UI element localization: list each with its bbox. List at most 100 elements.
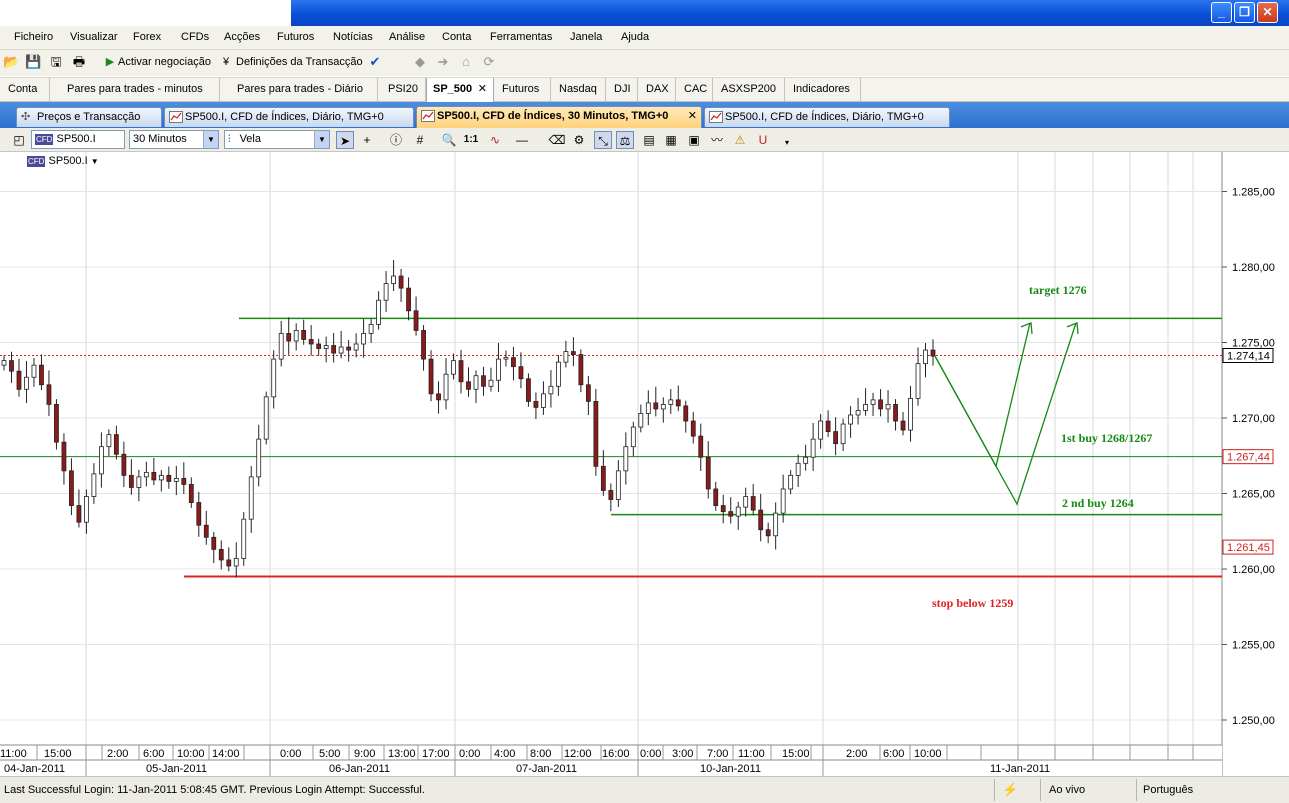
menu-forex[interactable]: Forex: [133, 31, 161, 43]
menu-analise[interactable]: Análise: [389, 31, 425, 43]
bear-candle: [600, 465, 606, 491]
grid-icon[interactable]: #: [411, 131, 429, 149]
bear-candle: [16, 370, 22, 390]
bear-candle: [825, 420, 831, 432]
tab-pares-diario[interactable]: Pares para trades - Diário: [220, 78, 378, 102]
chart-symbol-tag[interactable]: CFD SP500.I ▼: [27, 155, 99, 167]
fibonacci-icon[interactable]: ⚙: [570, 131, 588, 149]
save-icon[interactable]: 💾: [25, 54, 41, 70]
home-icon[interactable]: ⌂: [458, 54, 474, 70]
bull-candle: [638, 413, 644, 428]
time-label: 11:00: [0, 748, 27, 760]
open-folder-icon[interactable]: 📂: [3, 54, 19, 70]
menu-ajuda[interactable]: Ajuda: [621, 31, 649, 43]
menu-noticias[interactable]: Notícias: [333, 31, 373, 43]
menu-futuros[interactable]: Futuros: [277, 31, 314, 43]
tab-futuros[interactable]: Futuros: [494, 78, 551, 102]
menu-janela[interactable]: Janela: [570, 31, 602, 43]
bear-candle: [428, 358, 434, 395]
cursor-icon[interactable]: ➤: [336, 131, 354, 149]
menu-ferramentas[interactable]: Ferramentas: [490, 31, 552, 43]
tab-dji[interactable]: DJI: [606, 78, 638, 102]
chart-tab-label: Preços e Transacção: [37, 111, 141, 123]
play-icon[interactable]: ▶: [102, 54, 118, 70]
bull-candle: [158, 474, 164, 481]
bull-candle: [376, 299, 381, 325]
language-label[interactable]: Português: [1143, 784, 1193, 796]
chart-tab-30min[interactable]: SP500.I, CFD de Índices, 30 Minutos, TMG…: [416, 106, 702, 128]
ratio-button[interactable]: 1:1: [462, 131, 480, 149]
trendline-icon[interactable]: ⤡: [594, 131, 612, 149]
bull-candle: [241, 518, 247, 559]
chart-tab-daily-1[interactable]: SP500.I, CFD de Índices, Diário, TMG+0: [164, 107, 414, 127]
maximize-button[interactable]: ❐: [1234, 2, 1255, 23]
workspace-tab-bar: Conta Pares para trades - minutos Pares …: [0, 77, 1289, 103]
alert-icon[interactable]: ⚠: [731, 131, 749, 149]
line-tool-icon[interactable]: —: [513, 131, 531, 149]
eraser-icon[interactable]: ⌫: [548, 131, 566, 149]
instrument-field[interactable]: CFD SP500.I: [31, 130, 125, 149]
tab-psi20[interactable]: PSI20: [378, 78, 426, 102]
time-label: 6:00: [883, 748, 904, 760]
close-button[interactable]: ✕: [1257, 2, 1278, 23]
bear-candle: [511, 357, 516, 368]
bull-candle: [136, 476, 142, 488]
period-select[interactable]: 30 Minutos ▼: [129, 130, 219, 149]
close-chart-tab-icon[interactable]: ✕: [688, 107, 697, 126]
indicator-icon[interactable]: ∿: [486, 131, 504, 149]
menu-visualizar[interactable]: Visualizar: [70, 31, 118, 43]
menu-accoes[interactable]: Acções: [224, 31, 260, 43]
template-save-icon[interactable]: ▦: [662, 131, 680, 149]
tab-nasdaq[interactable]: Nasdaq: [551, 78, 606, 102]
bear-candle: [675, 399, 681, 407]
template-icon[interactable]: ▤: [640, 131, 658, 149]
tab-conta[interactable]: Conta: [0, 78, 50, 102]
title-bar[interactable]: _ ❐ ✕: [291, 0, 1289, 26]
template-load-icon[interactable]: ▣: [685, 131, 703, 149]
magnet-icon[interactable]: U: [754, 131, 772, 149]
zoom-icon[interactable]: 🔍: [440, 131, 458, 149]
activate-trading-button[interactable]: Activar negociação: [118, 56, 211, 68]
tab-pares-minutos[interactable]: Pares para trades - minutos: [50, 78, 220, 102]
price-chart[interactable]: 1.285,00 1.280,00 1.275,00 1.270,00 1.265,00…: [0, 152, 1289, 776]
time-label: 9:00: [354, 748, 375, 760]
menu-conta[interactable]: Conta: [442, 31, 471, 43]
chart-tab-precos[interactable]: ✣ Preços e Transacção: [16, 107, 162, 127]
bear-candle: [301, 330, 307, 340]
forward-arrow-icon[interactable]: ➜: [435, 54, 451, 70]
tab-dax[interactable]: DAX: [638, 78, 676, 102]
chart-area[interactable]: 1.285,00 1.280,00 1.275,00 1.270,00 1.265,00…: [0, 152, 1289, 776]
print-icon[interactable]: 🖶: [71, 54, 87, 70]
tab-asxsp200[interactable]: ASXSP200: [713, 78, 785, 102]
expand-icon[interactable]: ◰: [10, 131, 28, 149]
bull-candle: [256, 438, 262, 478]
minimize-button[interactable]: _: [1211, 2, 1232, 23]
bear-candle: [570, 351, 576, 355]
tab-cac[interactable]: CAC: [676, 78, 713, 102]
back-arrow-icon[interactable]: ◆: [412, 54, 428, 70]
menu-cfds[interactable]: CFDs: [181, 31, 209, 43]
menu-ficheiro[interactable]: Ficheiro: [14, 31, 53, 43]
close-tab-icon[interactable]: ✕: [478, 78, 487, 101]
oscillator-icon[interactable]: 〰: [708, 131, 726, 149]
settings-icon[interactable]: ¥: [218, 54, 234, 70]
order-lines-icon[interactable]: ⚖: [616, 131, 634, 149]
chart-icon: [709, 111, 723, 123]
tab-sp500[interactable]: SP_500 ✕: [426, 78, 494, 103]
more-tools-icon[interactable]: ▾: [778, 134, 796, 152]
info-icon[interactable]: ⓘ: [387, 131, 405, 149]
time-label: 2:00: [846, 748, 867, 760]
time-label: 10:00: [914, 748, 942, 760]
crosshair-icon[interactable]: +: [358, 131, 376, 149]
time-label: 3:00: [672, 748, 693, 760]
bull-candle: [788, 474, 794, 490]
chart-type-select[interactable]: ⫶ Vela ▼: [224, 130, 330, 149]
save-as-icon[interactable]: 🖫: [48, 54, 64, 70]
tab-indicadores[interactable]: Indicadores: [785, 78, 861, 102]
refresh-icon[interactable]: ⟳: [481, 54, 497, 70]
transaction-settings-button[interactable]: Definições da Transacção: [236, 56, 363, 68]
chart-tab-daily-2[interactable]: SP500.I, CFD de Índices, Diário, TMG+0: [704, 107, 950, 127]
checkmark-icon[interactable]: ✔: [367, 54, 383, 70]
bull-candle: [473, 375, 479, 390]
bear-candle: [331, 345, 337, 354]
